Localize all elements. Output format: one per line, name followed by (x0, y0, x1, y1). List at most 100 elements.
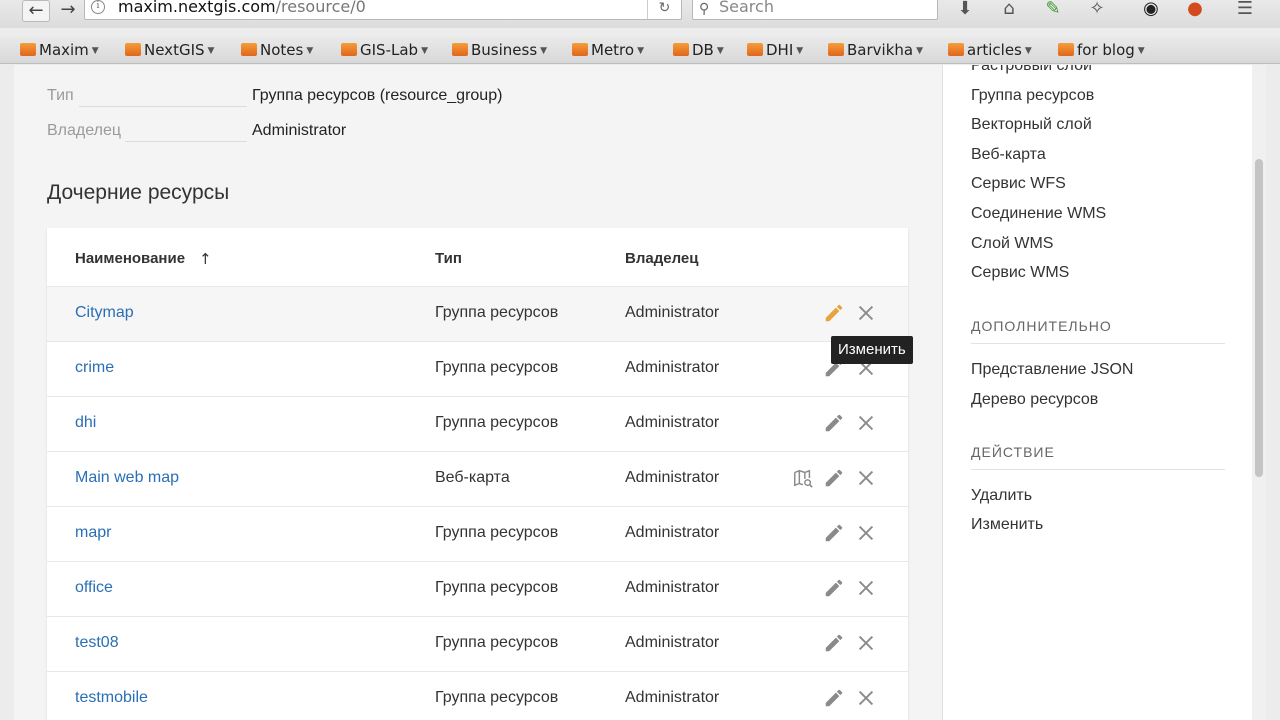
folder-icon (747, 43, 763, 56)
bookmark-label: Notes (260, 41, 304, 59)
browser-navbar: ← → i maxim.nextgis.com/resource/0 ↻ ⚲ S… (0, 0, 1280, 28)
bookmark-folder[interactable]: DHI ▼ (747, 40, 803, 60)
map-preview-icon[interactable] (792, 467, 814, 489)
edit-tooltip: Изменить (831, 336, 913, 364)
table-row: test08 Группа ресурсов Administrator (47, 616, 908, 671)
edit-pencil-icon[interactable] (823, 302, 845, 324)
bookmark-label: GIS-Lab (360, 41, 419, 59)
sidebar-create-item[interactable]: Группа ресурсов (971, 87, 1094, 105)
bookmark-folder[interactable]: Barvikha ▼ (828, 40, 923, 60)
resource-owner: Administrator (625, 304, 720, 321)
bookmark-label: Barvikha (847, 41, 914, 59)
table-row: testmobile Группа ресурсов Administrator (47, 671, 908, 720)
edit-pencil-icon[interactable] (823, 412, 845, 434)
sidebar-item-delete[interactable]: Удалить (971, 487, 1032, 505)
bookmark-folder[interactable]: Maxim ▼ (20, 40, 99, 60)
sidebar-create-item[interactable]: Слой WMS (971, 235, 1053, 253)
resource-name-link[interactable]: dhi (75, 414, 96, 432)
extension-icon[interactable]: ✧ (1086, 0, 1108, 20)
delete-close-icon[interactable] (855, 412, 877, 434)
back-arrow-icon[interactable]: ← (22, 0, 50, 22)
edit-pencil-icon[interactable] (823, 522, 845, 544)
column-header-owner[interactable]: Владелец (625, 250, 698, 267)
bookmark-label: NextGIS (144, 41, 205, 59)
search-icon: ⚲ (699, 1, 710, 17)
sidebar-item-tree[interactable]: Дерево ресурсов (971, 391, 1098, 409)
url-domain: maxim.nextgis.com (118, 0, 276, 16)
home-icon[interactable]: ⌂ (998, 0, 1020, 20)
meta-type-value: Группа ресурсов (resource_group) (252, 87, 503, 104)
sidebar: Растровый слой Группа ресурсов Векторный с… (942, 65, 1266, 720)
delete-close-icon[interactable] (855, 687, 877, 709)
sidebar-item-json[interactable]: Представление JSON (971, 361, 1133, 379)
firebug-icon[interactable]: ● (1184, 0, 1206, 20)
sidebar-create-item[interactable]: Сервис WFS (971, 175, 1066, 193)
bookmark-folder[interactable]: DB ▼ (673, 40, 724, 60)
color-wheel-icon[interactable]: ◉ (1140, 0, 1162, 20)
bookmark-folder[interactable]: for blog ▼ (1058, 40, 1145, 60)
resource-owner: Administrator (625, 469, 720, 486)
info-icon[interactable]: i (91, 0, 105, 14)
sidebar-create-item[interactable]: Соединение WMS (971, 205, 1106, 223)
resource-name-link[interactable]: test08 (75, 634, 119, 652)
sidebar-heading-action: ДЕЙСТВИЕ (971, 444, 1055, 460)
url-bar[interactable]: i maxim.nextgis.com/resource/0 ↻ (84, 0, 682, 20)
table-row: office Группа ресурсов Administrator (47, 561, 908, 616)
edit-pencil-icon[interactable] (823, 687, 845, 709)
resource-name-link[interactable]: crime (75, 359, 114, 377)
delete-close-icon[interactable] (855, 577, 877, 599)
edit-pencil-icon[interactable] (823, 577, 845, 599)
bookmark-folder[interactable]: Metro ▼ (572, 40, 644, 60)
resource-owner: Administrator (625, 524, 720, 541)
bookmark-folder[interactable]: articles ▼ (948, 40, 1032, 60)
meta-owner-label: Владелец (47, 122, 122, 139)
scrollbar-thumb[interactable] (1255, 159, 1263, 477)
resource-type: Группа ресурсов (435, 634, 559, 651)
delete-close-icon[interactable] (855, 467, 877, 489)
sidebar-create-item[interactable]: Растровый слой (971, 65, 1092, 75)
bookmark-folder[interactable]: Business ▼ (452, 40, 547, 60)
edit-pencil-icon[interactable] (823, 632, 845, 654)
children-table: Наименование ↑ Тип Владелец Citymap Групп… (47, 228, 908, 720)
folder-icon (452, 43, 468, 56)
bookmark-folder[interactable]: NextGIS ▼ (125, 40, 214, 60)
resource-name-link[interactable]: Main web map (75, 469, 179, 487)
resource-name-link[interactable]: mapr (75, 524, 111, 542)
sidebar-create-item[interactable]: Веб-карта (971, 146, 1046, 164)
column-header-name[interactable]: Наименование (75, 250, 185, 267)
folder-icon (20, 43, 36, 56)
resource-type: Группа ресурсов (435, 579, 559, 596)
scrollbar[interactable] (1252, 65, 1266, 720)
sort-ascending-icon[interactable]: ↑ (199, 250, 212, 268)
bookmark-label: Maxim (39, 41, 89, 59)
reload-icon[interactable]: ↻ (647, 0, 681, 19)
forward-arrow-icon[interactable]: → (54, 0, 82, 22)
resource-name-link[interactable]: testmobile (75, 689, 148, 707)
bookmark-folder[interactable]: Notes ▼ (241, 40, 313, 60)
delete-close-icon[interactable] (855, 302, 877, 324)
edit-pencil-icon[interactable] (823, 467, 845, 489)
pen-extension-icon[interactable]: ✎ (1042, 0, 1064, 20)
folder-icon (572, 43, 588, 56)
resource-name-link[interactable]: office (75, 579, 113, 597)
download-icon[interactable]: ⬇ (954, 0, 976, 20)
sidebar-item-edit[interactable]: Изменить (971, 516, 1043, 534)
resource-owner: Administrator (625, 359, 720, 376)
sidebar-create-item[interactable]: Сервис WMS (971, 264, 1069, 282)
column-header-type[interactable]: Тип (435, 250, 462, 267)
resource-owner: Administrator (625, 579, 720, 596)
delete-close-icon[interactable] (855, 632, 877, 654)
resource-type: Группа ресурсов (435, 689, 559, 706)
sidebar-divider (971, 469, 1225, 470)
table-row: mapr Группа ресурсов Administrator (47, 506, 908, 561)
folder-icon (341, 43, 357, 56)
resource-type: Веб-карта (435, 469, 510, 486)
folder-icon (828, 43, 844, 56)
search-input[interactable]: ⚲ Search (692, 0, 938, 20)
sidebar-create-item[interactable]: Векторный слой (971, 116, 1092, 134)
menu-icon[interactable]: ☰ (1234, 0, 1256, 20)
bookmark-label: DHI (766, 41, 794, 59)
bookmark-folder[interactable]: GIS-Lab ▼ (341, 40, 428, 60)
delete-close-icon[interactable] (855, 522, 877, 544)
resource-name-link[interactable]: Citymap (75, 304, 134, 322)
